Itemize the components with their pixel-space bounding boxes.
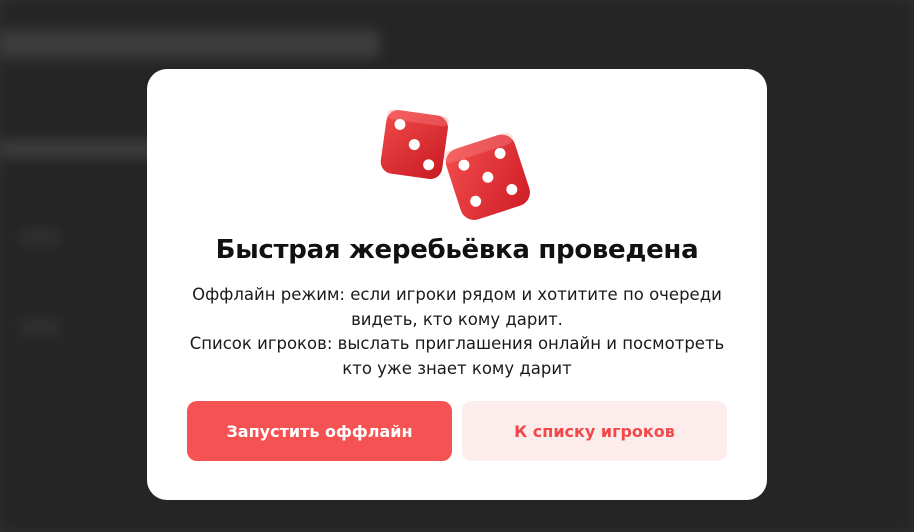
dice-icon (377, 105, 537, 220)
description-player-list: Список игроков: выслать приглашения онла… (189, 334, 725, 378)
dialog-description: Оффлайн режим: если игроки рядом и хотит… (177, 283, 737, 381)
description-offline-mode: Оффлайн режим: если игроки рядом и хотит… (192, 285, 722, 329)
start-offline-button[interactable]: Запустить оффлайн (187, 401, 452, 461)
dialog-title: Быстрая жеребьёвка проведена (215, 235, 699, 265)
player-list-button[interactable]: К списку игроков (462, 401, 727, 461)
draw-complete-dialog: Быстрая жеребьёвка проведена Оффлайн реж… (147, 69, 767, 500)
